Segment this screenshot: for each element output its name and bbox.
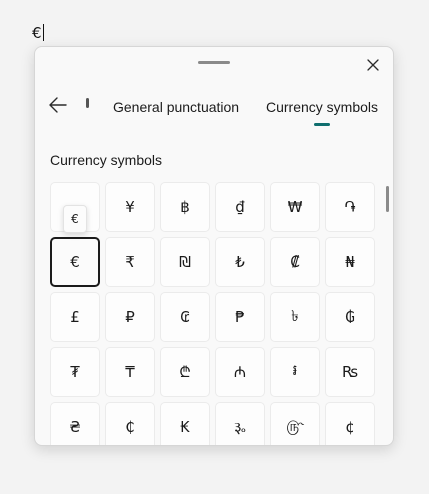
- symbol-cell[interactable]: ៛: [270, 347, 320, 397]
- section-title: Currency symbols: [50, 152, 163, 168]
- symbol-cell[interactable]: ₸: [105, 347, 155, 397]
- symbol-cell[interactable]: ₫: [215, 182, 265, 232]
- symbol-cell[interactable]: ¥: [105, 182, 155, 232]
- text-input-content[interactable]: €: [32, 24, 44, 42]
- symbol-cell[interactable]: ֏: [325, 182, 375, 232]
- symbol-cell[interactable]: ₾: [160, 347, 210, 397]
- symbol-cell[interactable]: ૱: [215, 402, 265, 445]
- symbol-cell[interactable]: ₼: [215, 347, 265, 397]
- symbol-cell[interactable]: ৳: [270, 292, 320, 342]
- scrollbar-thumb[interactable]: [386, 186, 389, 212]
- symbol-cell[interactable]: ₱: [215, 292, 265, 342]
- drag-handle[interactable]: [198, 61, 230, 64]
- tab-general-punctuation[interactable]: General punctuation: [113, 98, 239, 116]
- symbol-cell[interactable]: ₭: [160, 402, 210, 445]
- symbol-cell[interactable]: £: [50, 292, 100, 342]
- symbol-cell[interactable]: ₹: [105, 237, 155, 287]
- active-tab-indicator: [314, 123, 330, 126]
- back-button[interactable]: [47, 94, 69, 116]
- typed-text: €: [32, 24, 42, 42]
- symbol-cell[interactable]: ₺: [215, 237, 265, 287]
- symbol-cell[interactable]: ₢: [160, 292, 210, 342]
- symbol-cell[interactable]: €: [50, 237, 100, 287]
- symbol-cell[interactable]: ₦: [325, 237, 375, 287]
- symbol-picker-panel: General punctuation Currency symbols Cur…: [34, 46, 394, 446]
- symbol-cell[interactable]: ₴: [50, 402, 100, 445]
- symbol-cell[interactable]: ௹: [270, 402, 320, 445]
- tab-currency-symbols[interactable]: Currency symbols: [266, 98, 378, 116]
- symbol-cell[interactable]: ₨: [325, 347, 375, 397]
- symbol-tooltip: €: [63, 205, 87, 233]
- symbol-cell[interactable]: ¢: [325, 402, 375, 445]
- symbol-cell[interactable]: ₲: [325, 292, 375, 342]
- close-icon: [367, 59, 379, 71]
- symbol-cell[interactable]: ฿: [160, 182, 210, 232]
- symbol-cell[interactable]: ₮: [50, 347, 100, 397]
- close-button[interactable]: [363, 55, 383, 75]
- clipped-tab-edge: [86, 98, 89, 108]
- symbol-cell[interactable]: ₩: [270, 182, 320, 232]
- symbol-cell[interactable]: ₽: [105, 292, 155, 342]
- arrow-left-icon: [49, 97, 67, 113]
- symbol-cell[interactable]: ₵: [105, 402, 155, 445]
- symbol-cell[interactable]: ₪: [160, 237, 210, 287]
- symbol-cell[interactable]: ₡: [270, 237, 320, 287]
- text-caret: [42, 24, 44, 41]
